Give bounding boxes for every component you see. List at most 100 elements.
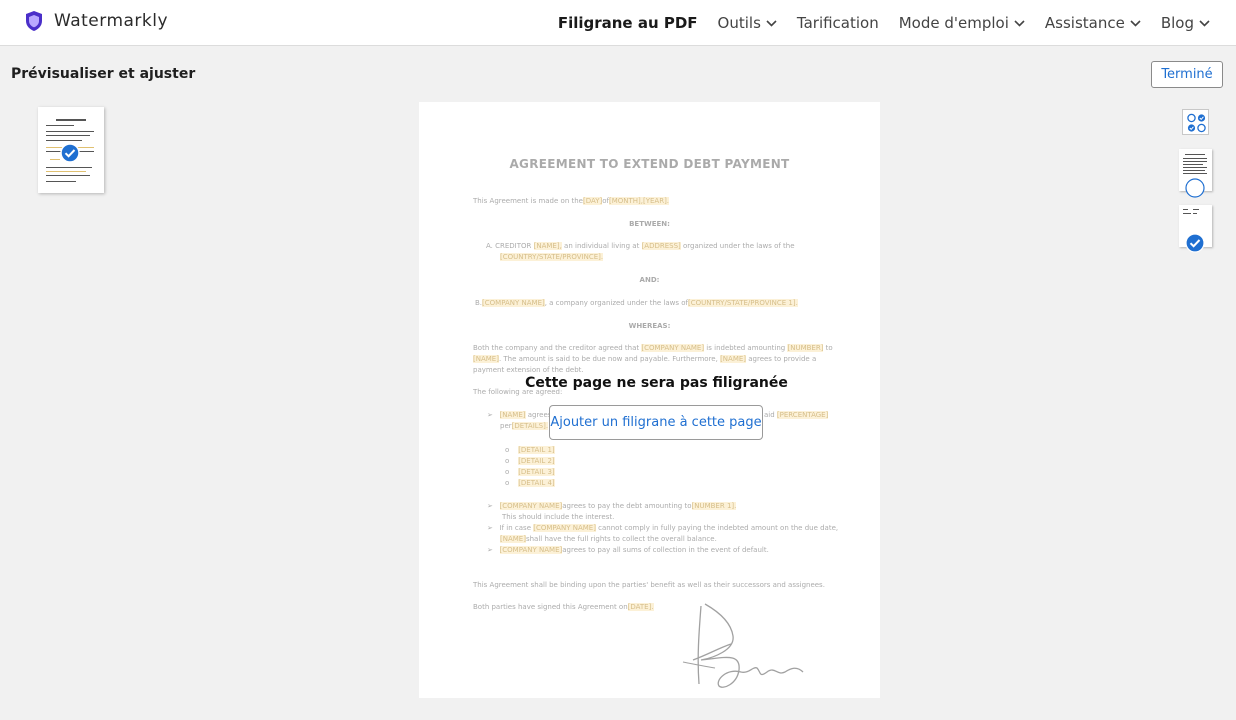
nav-mode-emploi[interactable]: Mode d'emploi [899,14,1025,32]
doc-item-1-end: aid [PERCENTAGE] [764,411,829,419]
doc-placeholder: [YEAR]. [642,197,670,205]
doc-detail: o [DETAIL 2] [505,457,555,465]
doc-placeholder: [MONTH], [608,197,643,205]
thumb-text-line [46,131,94,132]
thumb-text-line [1183,213,1191,214]
chevron-down-icon [766,19,777,27]
thumb-text-line [1183,209,1188,210]
brand-logo[interactable]: Watermarkly [24,10,168,32]
doc-text: agrees to pay all sums of collection in … [562,546,769,554]
doc-item-3-line2: [NAME]shall have the full rights to coll… [500,535,717,543]
checkmark-circle-icon[interactable] [1185,233,1205,253]
doc-item-4: ➢ [COMPANY NAME]agrees to pay all sums o… [487,546,769,554]
doc-title: AGREEMENT TO EXTEND DEBT PAYMENT [509,157,790,171]
unselected-circle-icon[interactable] [1185,178,1205,198]
done-button[interactable]: Terminé [1151,61,1223,88]
doc-company: B.[COMPANY NAME], a company organized un… [475,299,798,307]
doc-creditor: A. CREDITOR [NAME], an individual living… [486,242,795,250]
doc-whereas-3: payment extension of the debt. [473,366,584,374]
thumb-text-line [50,159,60,160]
doc-and: AND: [639,276,660,284]
doc-placeholder: [DAY] [582,197,603,205]
nav-assistance[interactable]: Assistance [1045,14,1141,32]
doc-placeholder: [NAME] [499,411,526,419]
doc-text: organized under the laws of the [680,242,795,250]
doc-item-2: ➢ [COMPANY NAME]agrees to pay the debt a… [487,502,737,510]
nav-label: Assistance [1044,14,1125,32]
doc-placeholder: [COMPANY NAME] [499,546,563,554]
doc-placeholder: [COMPANY NAME] [499,502,563,510]
doc-text: . The amount is said to be due now and p… [498,355,718,363]
doc-placeholder: [COUNTRY/STATE/PROVINCE]. [500,253,604,261]
doc-text: Both the company and the creditor agreed… [473,344,640,352]
nav-outils[interactable]: Outils [718,14,777,32]
nav-filigrane-pdf[interactable]: Filigrane au PDF [558,14,698,32]
doc-text: agrees to pay the debt amounting to [562,502,692,510]
thumb-text-line [1183,170,1205,171]
thumb-text-line [46,181,76,182]
document-page-preview: AGREEMENT TO EXTEND DEBT PAYMENT This Ag… [419,102,880,698]
page-thumbnail-1[interactable] [1179,149,1212,198]
doc-text: Both parties have signed this Agreement … [473,603,628,611]
shield-logo-icon [26,11,42,31]
doc-text: , a company organized under the laws of [544,299,688,307]
thumb-text-line [46,140,82,141]
doc-text: agrees to provide a [746,355,817,363]
doc-text: A. CREDITOR [486,242,532,250]
doc-placeholder: [DATE]. [627,603,654,611]
doc-item-1: ➢ [NAME] agrees [487,411,552,419]
thumb-text-line [56,119,86,121]
doc-placeholder: [DETAIL 3] [518,468,555,476]
doc-placeholder: [NUMBER] [787,344,824,352]
thumb-text-line [1183,164,1203,165]
doc-placeholder: [PERCENTAGE] [776,411,829,419]
doc-placeholder: [COMPANY NAME] [482,299,545,307]
doc-placeholder: [ADDRESS] [641,242,681,250]
select-pages-toggle[interactable] [1182,109,1209,135]
doc-text: If in case [499,524,531,532]
doc-item-3: ➢ If in case [COMPANY NAME] cannot compl… [487,524,839,532]
chevron-down-icon [1199,19,1210,27]
nav-label: Outils [717,14,761,32]
chevron-down-icon [1014,19,1025,27]
nav-blog[interactable]: Blog [1161,14,1210,32]
add-watermark-button[interactable]: Ajouter un filigrane à cette page [549,405,763,440]
doc-placeholder: [NUMBER 1]. [691,502,737,510]
doc-placeholder: [NAME] [500,535,526,543]
doc-text: This Agreement is made on the [473,197,583,205]
doc-item-2-line2: This should include the interest. [502,513,615,521]
doc-placeholder: [NAME] [720,355,747,363]
document-content: AGREEMENT TO EXTEND DEBT PAYMENT This Ag… [419,102,880,698]
nav-label: Filigrane au PDF [557,14,698,32]
doc-creditor-country: [COUNTRY/STATE/PROVINCE]. [500,253,604,261]
thumb-text-line [46,125,74,126]
doc-whereas-2: [NAME]. The amount is said to be due now… [473,355,816,363]
nav-tarification[interactable]: Tarification [797,14,879,32]
doc-placeholder: [DETAIL 1] [518,446,555,454]
nav-label: Blog [1160,14,1194,32]
thumb-text-line [1185,154,1205,155]
doc-text: cannot comply in fully paying the indebt… [595,524,839,532]
doc-whereas: WHEREAS: [628,322,671,330]
doc-text: to [823,344,833,352]
thumb-text-line [1183,158,1207,159]
doc-text: B. [475,299,483,307]
doc-binding: This Agreement shall be binding upon the… [473,581,825,589]
thumb-text-line [46,171,86,172]
brand-name: Watermarkly [54,11,169,31]
doc-item-1-line2: per[DETAILS]. [500,422,549,430]
page-thumbnail-left[interactable] [38,107,104,193]
doc-detail: o [DETAIL 4] [505,479,555,487]
thumb-text-line [1183,167,1207,168]
thumb-text-line [1193,209,1199,210]
page-thumbnail-2[interactable] [1179,205,1212,253]
doc-placeholder: [DETAILS]. [511,422,549,430]
top-header: Watermarkly Filigrane au PDF Outils Tari… [0,0,1236,46]
doc-detail: o [DETAIL 3] [505,468,555,476]
doc-detail: o [DETAIL 1] [505,446,555,454]
doc-text: is indebted amounting [704,344,786,352]
thumb-text-line [1193,213,1197,214]
signature-image [682,603,804,688]
thumb-text-line [46,167,92,168]
doc-placeholder: [NAME] [473,355,499,363]
